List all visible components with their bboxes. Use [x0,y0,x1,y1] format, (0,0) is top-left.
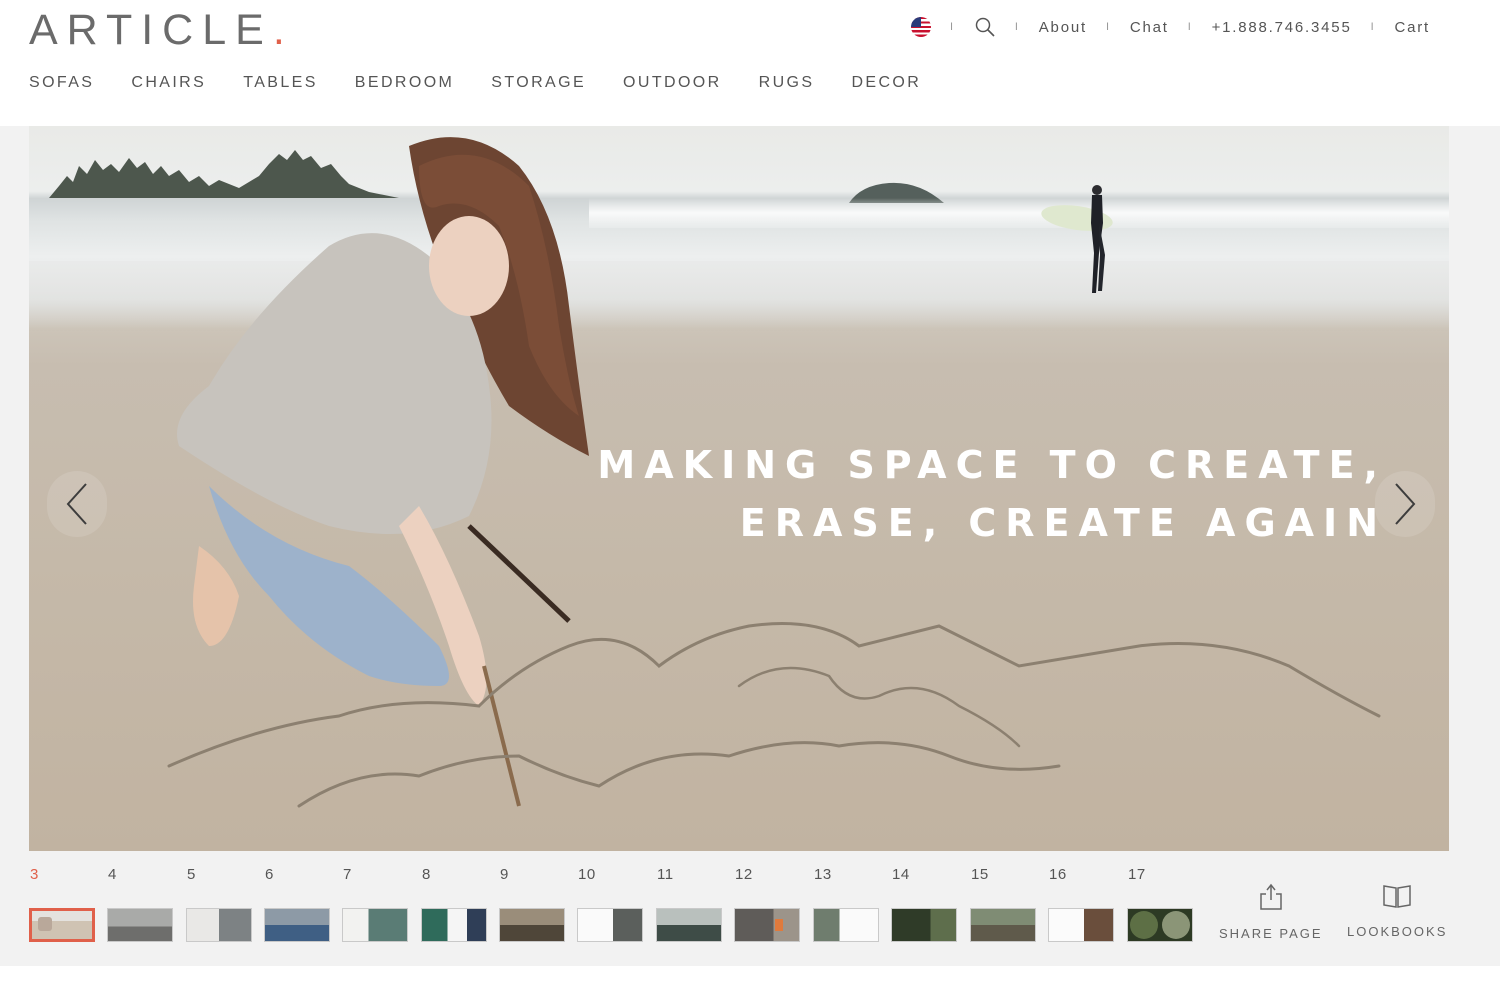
nav-item-bedroom[interactable]: BEDROOM [355,74,454,92]
page-number: 7 [343,866,352,883]
hero-headline: MAKING SPACE TO CREATE, ERASE, CREATE AG… [597,436,1387,552]
headline-line-1: MAKING SPACE TO CREATE, [597,443,1387,487]
headline-line-2: ERASE, CREATE AGAIN [739,501,1387,545]
hero-slide: MAKING SPACE TO CREATE, ERASE, CREATE AG… [29,126,1449,851]
separator: I [1187,21,1193,33]
nav-item-storage[interactable]: STORAGE [491,74,586,92]
page-number: 13 [814,866,832,883]
page-number: 16 [1049,866,1067,883]
thumbnail-image [577,908,643,942]
logo-dot: . [272,6,294,54]
thumbnail-image [1048,908,1114,942]
thumbnail-page-15[interactable]: 15 [970,866,1036,942]
main-nav: SOFAS CHAIRS TABLES BEDROOM STORAGE OUTD… [29,74,958,92]
us-flag-icon[interactable] [911,17,932,37]
next-slide-button[interactable] [1375,471,1435,537]
surf-wave [589,198,1449,228]
nav-item-rugs[interactable]: RUGS [759,74,815,92]
page-number: 10 [578,866,596,883]
thumbnail-image [656,908,722,942]
page-number: 14 [892,866,910,883]
lookbook-viewer: MAKING SPACE TO CREATE, ERASE, CREATE AG… [0,126,1500,966]
chevron-left-icon [66,483,87,525]
cart-link[interactable]: Cart [1394,19,1430,36]
chat-link[interactable]: Chat [1130,19,1169,36]
phone-link[interactable]: +1.888.746.3455 [1212,19,1352,36]
page-number: 6 [265,866,274,883]
thumbnail-page-17[interactable]: 17 [1127,866,1193,942]
nav-item-tables[interactable]: TABLES [243,74,318,92]
separator: I [1105,21,1111,33]
thumbnail-image [970,908,1036,942]
thumbnail-image [186,908,252,942]
thumbnail-page-5[interactable]: 5 [186,866,252,942]
nav-item-decor[interactable]: DECOR [851,74,921,92]
thumbnail-image [107,908,173,942]
search-icon[interactable] [974,16,996,38]
thumbnail-page-12[interactable]: 12 [734,866,800,942]
thumbnail-page-8[interactable]: 8 [421,866,487,942]
surfer-image [1041,185,1113,293]
sand-writing-image [167,622,1381,808]
nav-item-chairs[interactable]: CHAIRS [131,74,206,92]
page-number: 11 [657,866,674,883]
chevron-right-icon [1395,483,1416,525]
share-page-button[interactable]: SHARE PAGE [1219,883,1323,941]
article-logo[interactable]: ARTICLE. [29,6,294,55]
thumbnail-page-7[interactable]: 7 [342,866,408,942]
share-icon [1260,883,1282,910]
thumbnail-page-4[interactable]: 4 [107,866,173,942]
page-thumbnails: 3 4 5 6 7 8 9 10 11 12 13 14 15 16 17 [29,866,1209,946]
thumbnail-page-14[interactable]: 14 [891,866,957,942]
thumbnail-image [1127,908,1193,942]
thumbnail-page-11[interactable]: 11 [656,866,722,942]
page-number: 3 [30,866,39,883]
about-link[interactable]: About [1039,19,1087,36]
book-icon [1383,885,1411,908]
thumbnail-image [29,908,95,942]
thumbnail-page-10[interactable]: 10 [577,866,643,942]
thumbnail-page-16[interactable]: 16 [1048,866,1114,942]
thumbnail-image [264,908,330,942]
separator: I [950,21,955,33]
thumbnail-page-3[interactable]: 3 [29,866,95,942]
thumbnail-image [342,908,408,942]
nav-item-sofas[interactable]: SOFAS [29,74,94,92]
page-number: 9 [500,866,509,883]
thumbnail-page-9[interactable]: 9 [499,866,565,942]
page-number: 15 [971,866,989,883]
separator: I [1014,21,1020,33]
thumbnail-page-6[interactable]: 6 [264,866,330,942]
thumbnail-image [499,908,565,942]
nav-item-outdoor[interactable]: OUTDOOR [623,74,722,92]
prev-slide-button[interactable] [47,471,107,537]
thumbnail-page-13[interactable]: 13 [813,866,879,942]
lookbooks-label: LOOKBOOKS [1347,924,1448,939]
thumbnail-image [421,908,487,942]
page-number: 4 [108,866,117,883]
page-number: 12 [735,866,753,883]
separator: I [1370,21,1376,33]
share-page-label: SHARE PAGE [1219,926,1323,941]
lookbooks-button[interactable]: LOOKBOOKS [1347,883,1447,939]
page-number: 5 [187,866,196,883]
utility-nav: I I About I Chat I +1.888.746.3455 I Car… [911,16,1430,38]
thumbnail-image [891,908,957,942]
logo-text: ARTICLE [29,6,273,54]
thumbnail-image [734,908,800,942]
thumbnail-image [813,908,879,942]
page-number: 17 [1128,866,1146,883]
page-number: 8 [422,866,431,883]
site-header: ARTICLE. I I About I Chat I +1.888.746.3… [0,0,1500,126]
